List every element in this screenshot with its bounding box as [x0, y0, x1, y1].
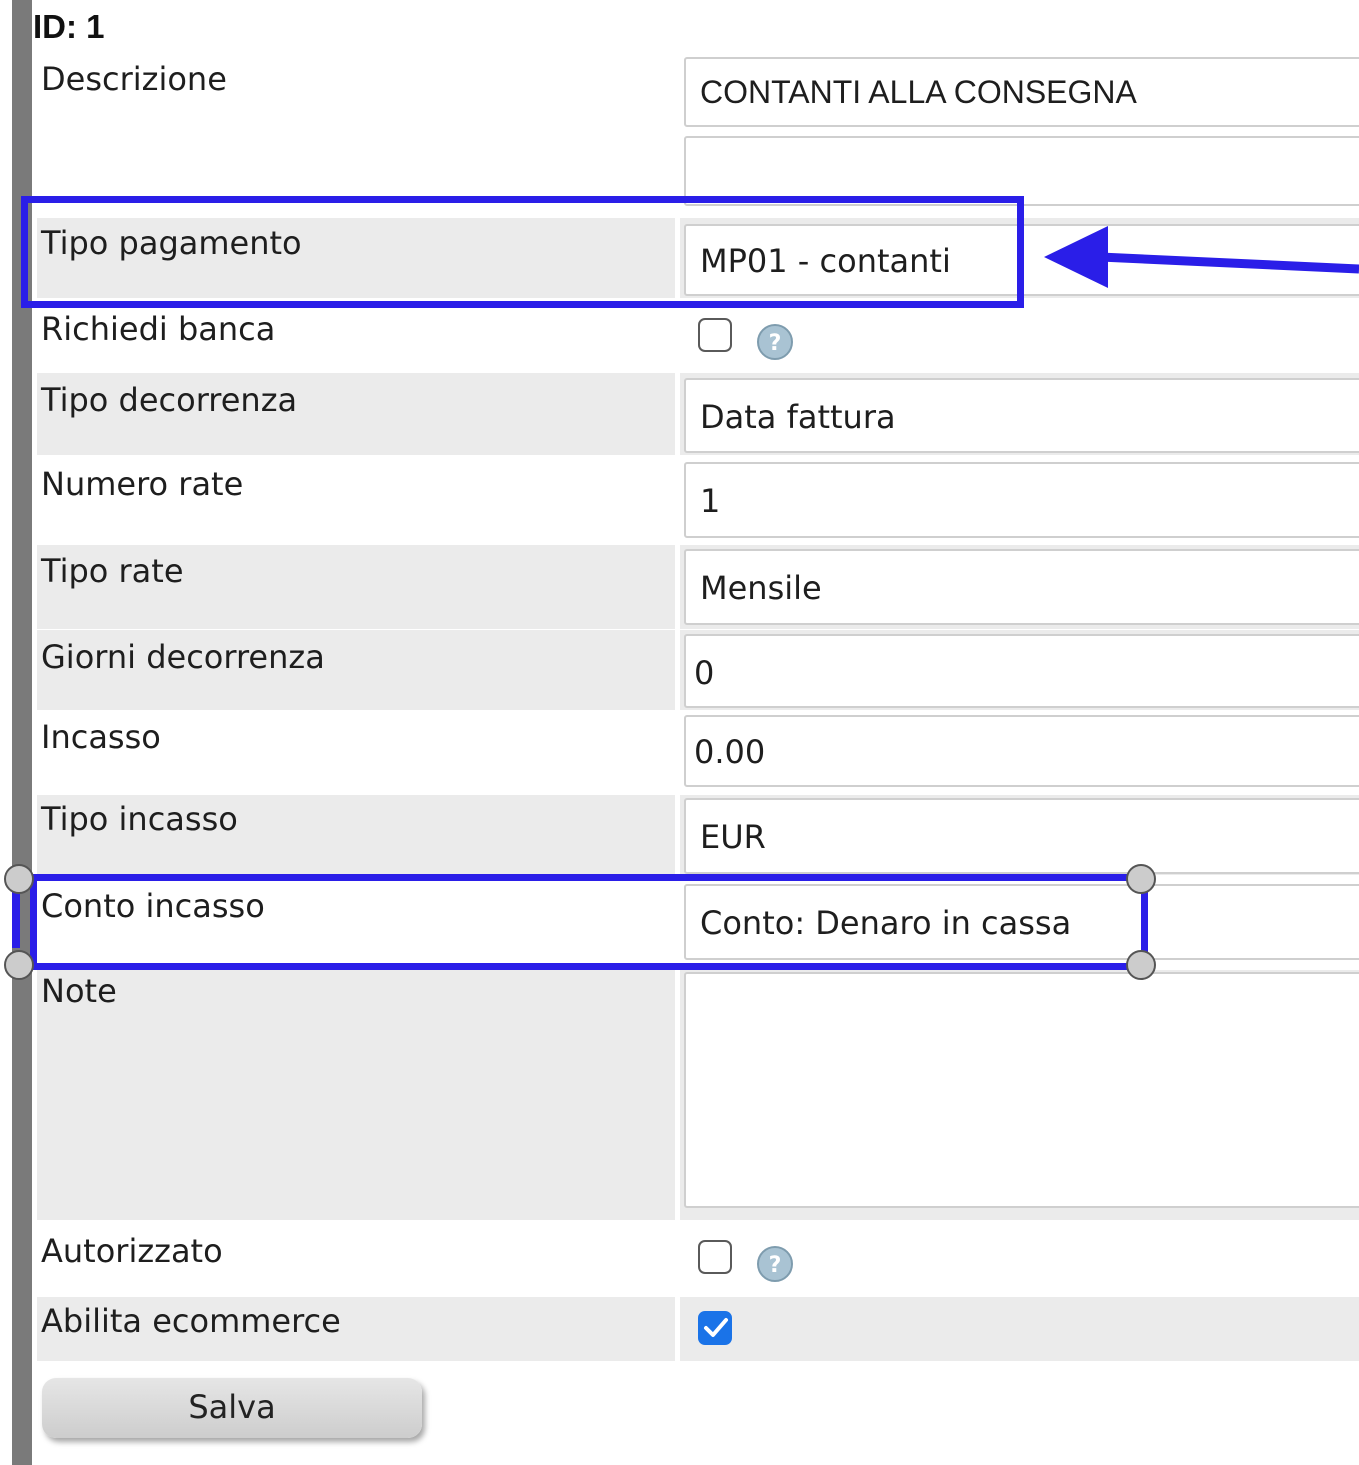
resize-handle	[4, 950, 34, 980]
annotation-side-marker	[12, 892, 20, 948]
numero-rate-input[interactable]: 1	[684, 462, 1359, 538]
resize-handle	[1126, 950, 1156, 980]
resize-handle	[1126, 864, 1156, 894]
tipo-incasso-label: Tipo incasso	[41, 800, 238, 838]
richiedi-banca-label: Richiedi banca	[41, 310, 276, 348]
svg-text:?: ?	[769, 1253, 782, 1278]
help-icon[interactable]: ?	[756, 323, 794, 361]
autorizzato-label: Autorizzato	[41, 1232, 223, 1270]
tipo-rate-label: Tipo rate	[41, 552, 184, 590]
richiedi-banca-checkbox[interactable]	[698, 318, 732, 352]
record-id: ID: 1	[33, 8, 105, 45]
incasso-input[interactable]: 0.00	[684, 715, 1359, 787]
giorni-decorrenza-input[interactable]: 0	[684, 634, 1359, 708]
arrow-left-icon	[1044, 226, 1359, 288]
resize-handle	[4, 864, 34, 894]
annotation-box-conto-incasso	[30, 874, 1148, 970]
help-icon[interactable]: ?	[756, 1245, 794, 1283]
descrizione-label: Descrizione	[41, 60, 227, 98]
note-label: Note	[41, 972, 117, 1010]
note-textarea[interactable]	[684, 972, 1359, 1208]
abilita-ecommerce-label: Abilita ecommerce	[41, 1302, 341, 1340]
abilita-ecommerce-checkbox[interactable]	[698, 1311, 732, 1345]
tipo-decorrenza-select[interactable]: Data fattura	[684, 378, 1359, 453]
tipo-rate-select[interactable]: Mensile	[684, 549, 1359, 625]
numero-rate-label: Numero rate	[41, 465, 244, 503]
save-button[interactable]: Salva	[42, 1378, 422, 1438]
autorizzato-checkbox[interactable]	[698, 1240, 732, 1274]
tipo-incasso-select[interactable]: EUR	[684, 798, 1359, 874]
tipo-decorrenza-label: Tipo decorrenza	[41, 381, 298, 419]
giorni-decorrenza-label: Giorni decorrenza	[41, 638, 325, 676]
descrizione-it-input[interactable]: CONTANTI ALLA CONSEGNA	[684, 57, 1359, 127]
annotation-box-tipo-pagamento	[21, 196, 1024, 308]
incasso-label: Incasso	[41, 718, 161, 756]
checkmark-icon	[704, 1318, 728, 1337]
svg-text:?: ?	[769, 331, 782, 356]
